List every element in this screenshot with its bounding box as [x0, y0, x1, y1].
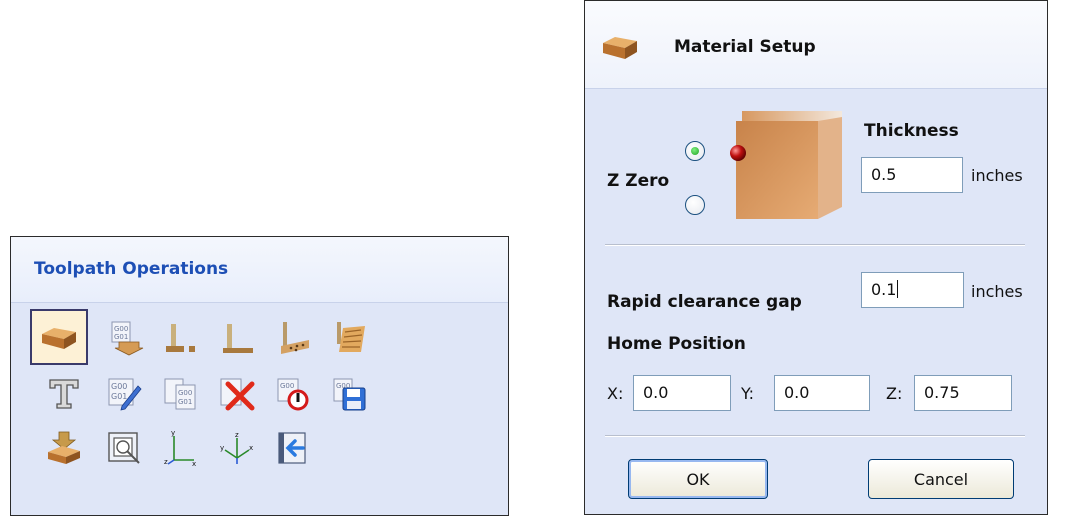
text-caret: [897, 280, 899, 298]
z-zero-label: Z Zero: [607, 171, 670, 191]
rapid-clearance-input[interactable]: 0.1: [861, 272, 964, 308]
toolpath-operations-title: Toolpath Operations: [34, 259, 229, 279]
vcarve-button[interactable]: [41, 371, 87, 417]
material-block-illustration: [730, 111, 842, 219]
save-toolpath-icon: G00: [333, 378, 366, 411]
material-setup-header: Material Setup: [585, 1, 1047, 89]
exit-icon: [278, 432, 306, 464]
material-setup-panel: Material Setup Z Zero Thickness 0.5 inch…: [584, 0, 1048, 515]
z-zero-top-radio[interactable]: [685, 141, 705, 161]
edit-toolpath-icon: G00 G01: [108, 378, 142, 411]
material-setup-title: Material Setup: [674, 37, 816, 57]
fluting-button[interactable]: [41, 425, 87, 471]
svg-text:G01: G01: [111, 392, 127, 401]
save-toolpath-button[interactable]: G00: [326, 371, 372, 417]
svg-text:x: x: [192, 460, 196, 466]
merge-toolpaths-icon: G00 G01: [164, 378, 196, 410]
xy-datum-button[interactable]: y z x: [157, 425, 203, 471]
toolpath-summary-icon: [108, 432, 140, 464]
home-x-label: X:: [607, 384, 624, 403]
home-y-label: Y:: [741, 384, 755, 403]
texture-toolpath-icon: [337, 322, 365, 352]
exit-button[interactable]: [270, 425, 316, 471]
gcode-import-icon: G00 G01: [111, 321, 144, 356]
rapid-clearance-value: 0.1: [871, 280, 897, 299]
rapid-clearance-label: Rapid clearance gap: [607, 292, 802, 312]
svg-text:G00: G00: [111, 382, 127, 391]
xyz-datum-icon: z y x: [220, 431, 253, 464]
home-x-input[interactable]: 0.0: [633, 375, 731, 411]
thickness-units: inches: [971, 166, 1023, 185]
delete-toolpath-button[interactable]: [214, 371, 260, 417]
separator-bottom: [605, 435, 1025, 437]
svg-text:x: x: [249, 444, 253, 452]
home-z-label: Z:: [886, 384, 903, 403]
merge-toolpaths-button[interactable]: G00 G01: [157, 371, 203, 417]
svg-text:G00: G00: [114, 325, 128, 333]
material-block-icon: [603, 37, 637, 59]
pocket-toolpath-button[interactable]: [214, 315, 260, 361]
cancel-button[interactable]: Cancel: [868, 459, 1014, 499]
profile-toolpath-icon: [166, 324, 195, 352]
pocket-toolpath-icon: [223, 324, 253, 353]
home-y-input[interactable]: 0.0: [774, 375, 870, 411]
material-setup-button[interactable]: [30, 309, 88, 365]
preview-toolpath-button[interactable]: G00: [270, 371, 316, 417]
home-z-input[interactable]: 0.75: [914, 375, 1012, 411]
drill-toolpath-icon: [281, 322, 309, 354]
svg-text:G00: G00: [280, 382, 294, 390]
home-position-label: Home Position: [607, 334, 746, 354]
svg-text:y: y: [171, 430, 175, 437]
thickness-input[interactable]: 0.5: [861, 157, 963, 193]
gcode-import-button[interactable]: G00 G01: [104, 315, 150, 361]
svg-text:G00: G00: [178, 389, 192, 397]
thickness-label: Thickness: [864, 121, 959, 141]
xy-datum-icon: y z x: [164, 430, 196, 466]
svg-text:y: y: [220, 444, 224, 452]
delete-toolpath-icon: [220, 378, 255, 411]
rapid-clearance-units: inches: [971, 282, 1023, 301]
svg-text:G01: G01: [178, 398, 192, 406]
fluting-icon: [48, 431, 80, 464]
separator-top: [605, 244, 1025, 246]
svg-text:z: z: [235, 431, 239, 439]
toolpath-operations-header: Toolpath Operations: [11, 237, 508, 303]
svg-text:G01: G01: [114, 333, 128, 341]
z-zero-bottom-radio[interactable]: [685, 195, 705, 215]
vcarve-icon: [49, 379, 79, 409]
preview-toolpath-icon: G00: [277, 378, 309, 411]
svg-text:z: z: [164, 458, 168, 466]
profile-toolpath-button[interactable]: [157, 315, 203, 361]
edit-toolpath-button[interactable]: G00 G01: [101, 371, 147, 417]
texture-toolpath-button[interactable]: [326, 315, 372, 361]
radio-selected-dot: [691, 147, 699, 155]
ok-button[interactable]: OK: [628, 459, 768, 499]
xyz-datum-button[interactable]: z y x: [214, 425, 260, 471]
material-setup-icon: [42, 328, 76, 349]
toolpath-operations-panel: Toolpath Operations G00 G01 G00 G01 G00 …: [10, 236, 509, 516]
drill-toolpath-button[interactable]: [270, 315, 316, 361]
toolpath-summary-button[interactable]: [101, 425, 147, 471]
